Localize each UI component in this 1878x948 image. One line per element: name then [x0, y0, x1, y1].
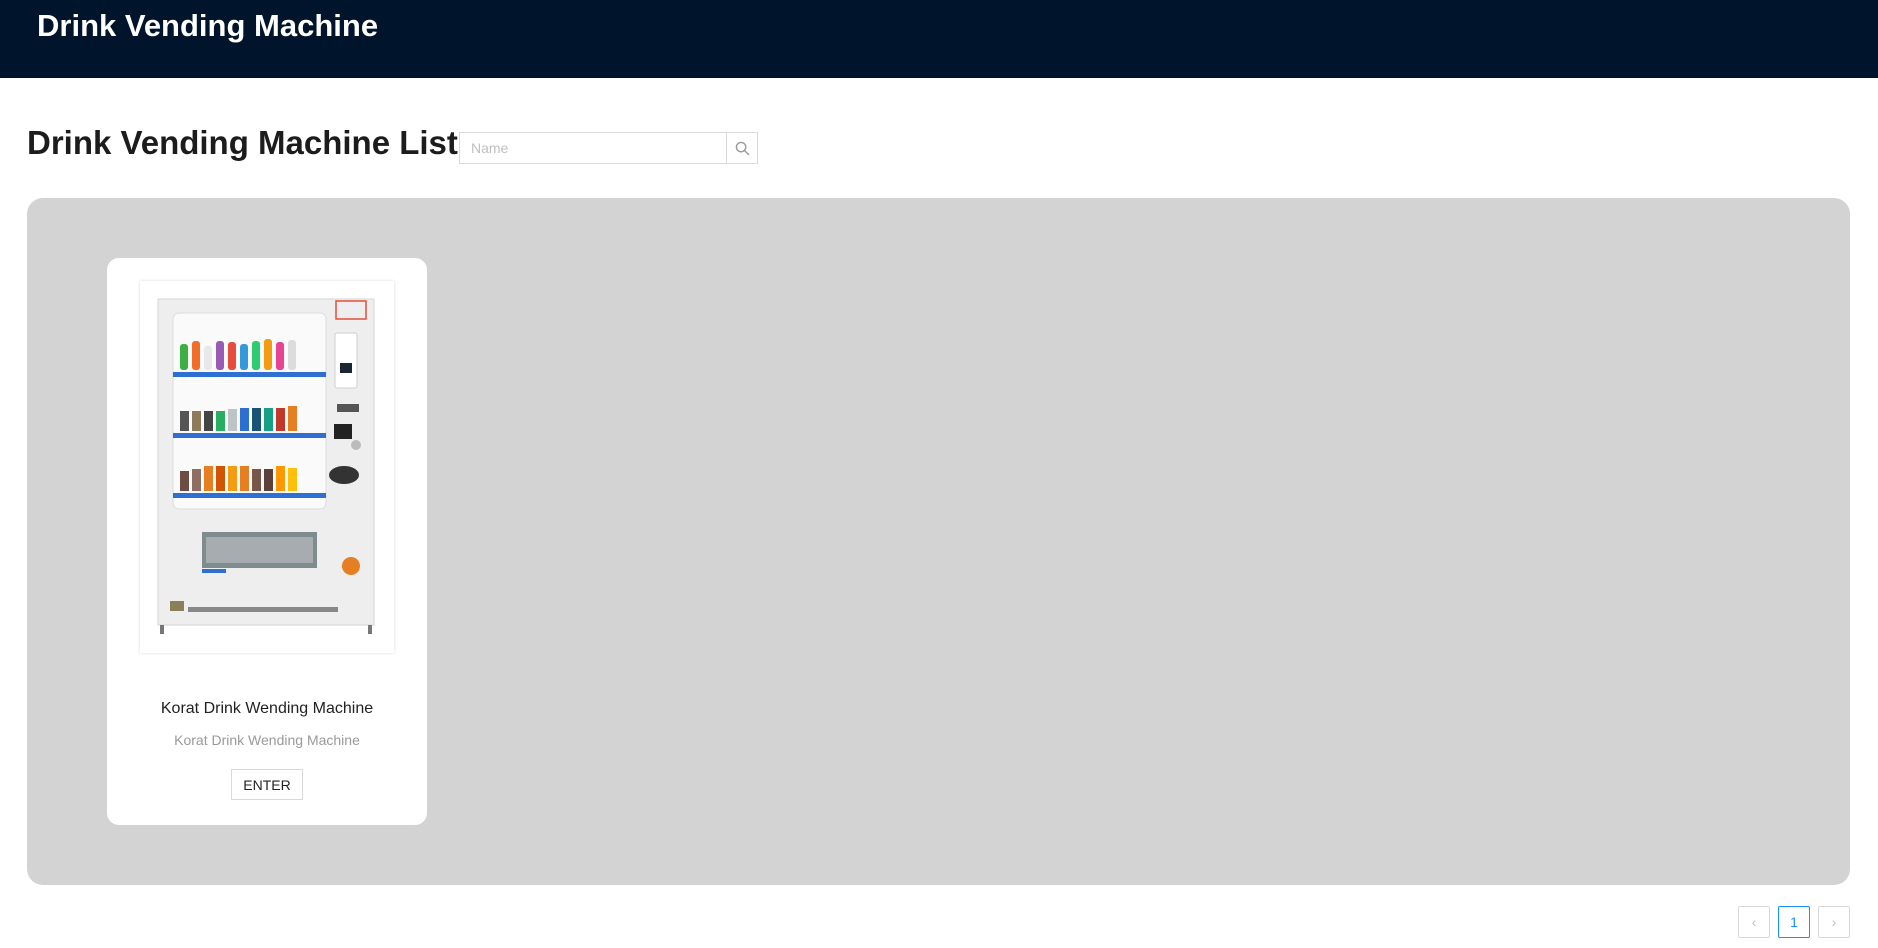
search-icon — [735, 141, 749, 155]
enter-button[interactable]: ENTER — [231, 769, 303, 800]
pagination-prev-button[interactable]: ‹ — [1738, 906, 1770, 938]
vending-machine-image — [140, 281, 394, 653]
chevron-right-icon: › — [1831, 914, 1837, 930]
chevron-left-icon: ‹ — [1751, 914, 1757, 930]
top-bar: Drink Vending Machine — [0, 0, 1878, 78]
pagination-next-button[interactable]: › — [1818, 906, 1850, 938]
app-title: Drink Vending Machine — [37, 8, 379, 43]
search-button[interactable] — [726, 133, 757, 163]
search-input[interactable] — [460, 133, 726, 163]
machine-name: Korat Drink Wending Machine — [160, 700, 374, 717]
page-title: Drink Vending Machine List — [27, 124, 458, 161]
pagination-page-1[interactable]: 1 — [1778, 906, 1810, 938]
search-box — [459, 132, 758, 164]
machine-description: Korat Drink Wending Machine — [174, 732, 360, 748]
machine-card: Korat Drink Wending Machine Korat Drink … — [107, 258, 427, 825]
